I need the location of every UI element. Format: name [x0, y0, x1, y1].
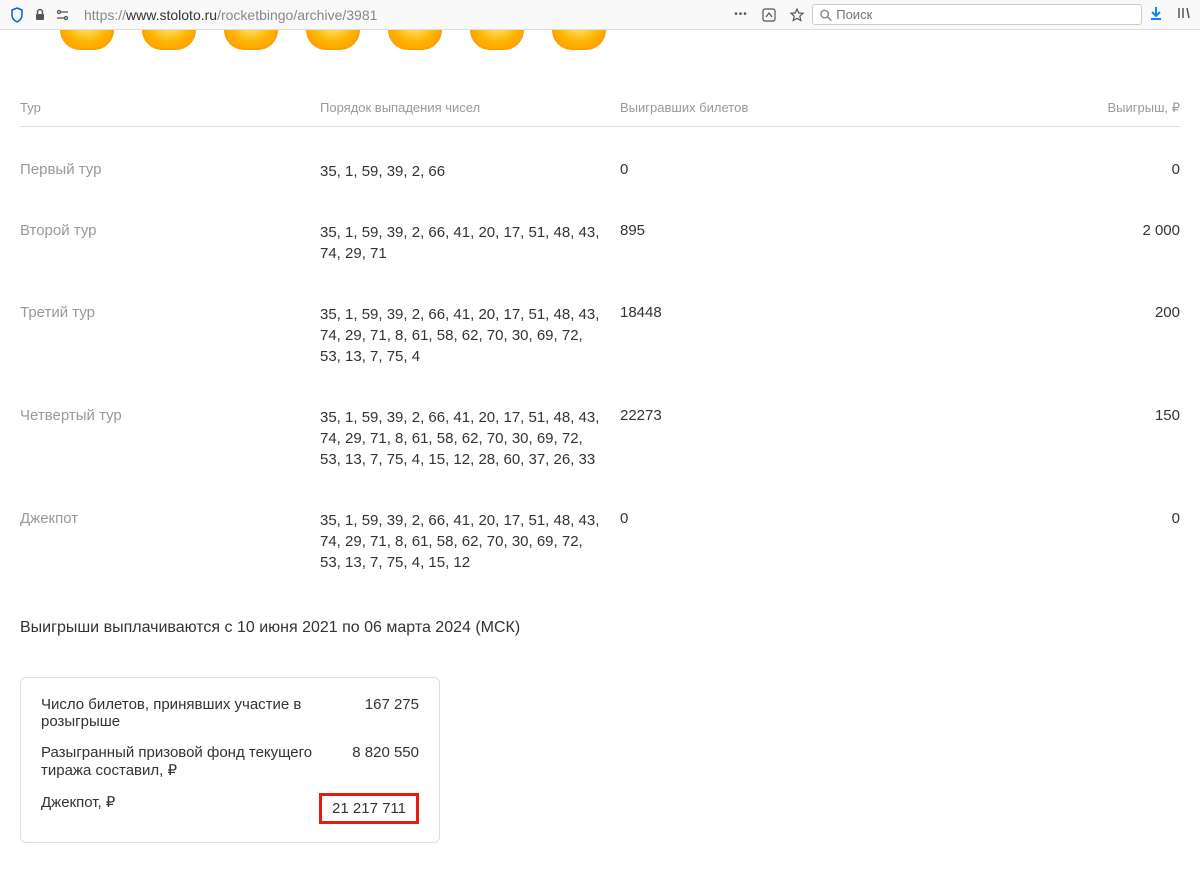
permissions-icon[interactable] [54, 6, 72, 24]
prize-amount: 0 [930, 510, 1180, 527]
prize-amount: 200 [930, 304, 1180, 321]
payout-info: Выигрыши выплачиваются с 10 июня 2021 по… [20, 619, 1180, 637]
header-prize: Выигрыш, ₽ [930, 100, 1180, 116]
table-row: Четвертый тур 35, 1, 59, 39, 2, 66, 41, … [20, 387, 1180, 490]
more-actions-icon[interactable] [732, 6, 750, 24]
header-tour: Тур [20, 100, 320, 116]
table-header: Тур Порядок выпадения чисел Выигравших б… [20, 100, 1180, 127]
coin-icon [224, 30, 278, 50]
search-box[interactable] [812, 4, 1142, 25]
url-domain: www.stoloto.ru [126, 7, 217, 23]
tour-name: Третий тур [20, 304, 320, 321]
url-bar[interactable]: https://www.stoloto.ru/rocketbingo/archi… [78, 5, 726, 25]
header-order: Порядок выпадения чисел [320, 100, 620, 116]
library-icon[interactable] [1176, 5, 1192, 24]
table-row: Джекпот 35, 1, 59, 39, 2, 66, 41, 20, 17… [20, 490, 1180, 593]
summary-label: Джекпот, ₽ [41, 793, 299, 811]
coin-icon [552, 30, 606, 50]
winning-tickets: 0 [620, 161, 930, 178]
winning-tickets: 895 [620, 222, 930, 239]
tour-name: Первый тур [20, 161, 320, 178]
summary-label: Число билетов, принявших участие в розыг… [41, 696, 345, 730]
numbers: 35, 1, 59, 39, 2, 66, 41, 20, 17, 51, 48… [320, 304, 620, 367]
header-tickets: Выигравших билетов [620, 100, 930, 116]
table-row: Первый тур 35, 1, 59, 39, 2, 66 0 0 [20, 141, 1180, 202]
prize-amount: 0 [930, 161, 1180, 178]
summary-value: 8 820 550 [352, 744, 419, 761]
numbers: 35, 1, 59, 39, 2, 66 [320, 161, 620, 182]
tour-name: Четвертый тур [20, 407, 320, 424]
tour-name: Второй тур [20, 222, 320, 239]
coin-icon [306, 30, 360, 50]
summary-value-jackpot: 21 217 711 [319, 793, 419, 824]
table-body: Первый тур 35, 1, 59, 39, 2, 66 0 0 Втор… [20, 127, 1180, 593]
reader-mode-icon[interactable] [760, 6, 778, 24]
jackpot-highlight: 21 217 711 [319, 793, 419, 824]
numbers: 35, 1, 59, 39, 2, 66, 41, 20, 17, 51, 48… [320, 407, 620, 470]
results-table: Тур Порядок выпадения чисел Выигравших б… [20, 100, 1180, 593]
prize-amount: 150 [930, 407, 1180, 424]
table-row: Третий тур 35, 1, 59, 39, 2, 66, 41, 20,… [20, 284, 1180, 387]
page-actions [732, 6, 806, 24]
numbers: 35, 1, 59, 39, 2, 66, 41, 20, 17, 51, 48… [320, 222, 620, 264]
lock-icon[interactable] [32, 7, 48, 23]
summary-row: Разыгранный призовой фонд текущего тираж… [41, 744, 419, 779]
numbers: 35, 1, 59, 39, 2, 66, 41, 20, 17, 51, 48… [320, 510, 620, 573]
prize-amount: 2 000 [930, 222, 1180, 239]
url-protocol: https:// [84, 7, 126, 23]
page-content: Тур Порядок выпадения чисел Выигравших б… [0, 30, 1200, 883]
coins-row [20, 30, 1180, 70]
winning-tickets: 0 [620, 510, 930, 527]
tour-name: Джекпот [20, 510, 320, 527]
summary-box: Число билетов, принявших участие в розыг… [20, 677, 440, 843]
summary-label: Разыгранный призовой фонд текущего тираж… [41, 744, 332, 779]
bookmark-star-icon[interactable] [788, 6, 806, 24]
summary-row: Джекпот, ₽ 21 217 711 [41, 793, 419, 824]
coin-icon [470, 30, 524, 50]
winning-tickets: 18448 [620, 304, 930, 321]
shield-icon[interactable] [8, 6, 26, 24]
search-icon [819, 8, 832, 22]
coin-icon [388, 30, 442, 50]
summary-value: 167 275 [365, 696, 419, 713]
coin-icon [142, 30, 196, 50]
table-row: Второй тур 35, 1, 59, 39, 2, 66, 41, 20,… [20, 202, 1180, 284]
browser-right-icons [1148, 5, 1192, 24]
coin-icon [60, 30, 114, 50]
browser-address-bar: https://www.stoloto.ru/rocketbingo/archi… [0, 0, 1200, 30]
summary-row: Число билетов, принявших участие в розыг… [41, 696, 419, 730]
winning-tickets: 22273 [620, 407, 930, 424]
search-input[interactable] [836, 7, 1135, 22]
url-path: /rocketbingo/archive/3981 [217, 7, 377, 23]
downloads-icon[interactable] [1148, 5, 1164, 24]
